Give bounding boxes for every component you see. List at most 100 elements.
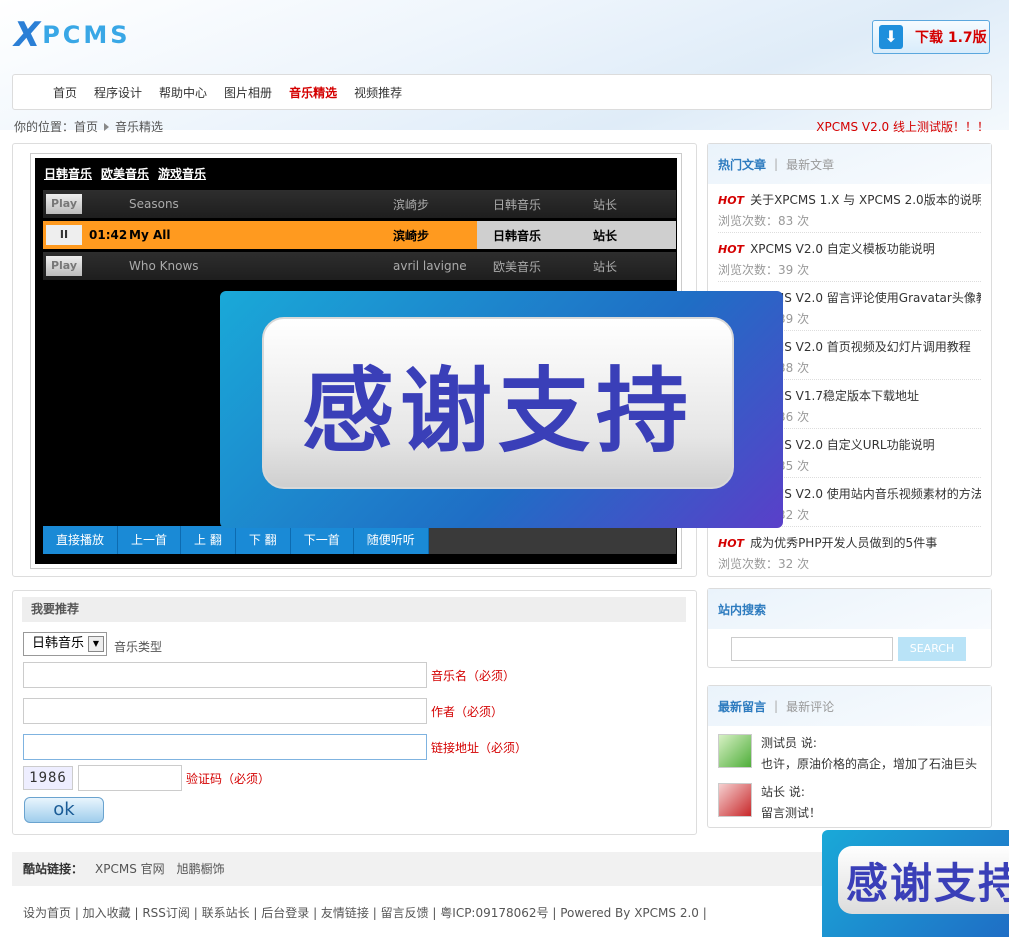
nav-programming[interactable]: 程序设计 [94,84,142,101]
play-button[interactable]: Play [46,256,82,276]
article-link[interactable]: 关于XPCMS 1.X 与 XPCMS 2.0版本的说明 [750,193,981,207]
nav-photos[interactable]: 图片相册 [224,84,272,101]
tab-new-articles[interactable]: 最新文章 [786,156,834,173]
search-button[interactable]: SEARCH [898,637,966,661]
category-link[interactable]: 欧美音乐 [101,167,149,181]
comment-item: 站长 说: 留言测试！ [708,775,991,824]
ok-button[interactable]: ok [24,797,104,823]
random-play-button[interactable]: 随便听听 [353,526,429,554]
prev-track-button[interactable]: 上一首 [118,526,182,554]
hot-badge: HOT [718,243,745,256]
friend-link[interactable]: 旭鹏橱饰 [177,862,225,876]
download-icon: ⬇ [879,25,903,49]
hot-badge: HOT [718,194,745,207]
article-link[interactable]: 成为优秀PHP开发人员做到的5件事 [750,536,937,550]
track-time: 01:42 [89,228,128,242]
track-category: 欧美音乐 [493,259,542,274]
friend-links: 酷站链接： XPCMS 官网 旭鹏橱饰 [12,852,822,886]
article-link[interactable]: XPCMS V2.0 首页视频及幻灯片调用教程 [750,340,971,354]
friend-links-label: 酷站链接： [23,862,84,876]
thanks-banner: 感谢支持 [220,291,783,528]
tab-hot-articles[interactable]: 热门文章 [718,156,766,173]
author-input[interactable] [23,698,427,724]
nav-help[interactable]: 帮助中心 [159,84,207,101]
page-down-button[interactable]: 下 翻 [235,526,291,554]
captcha-image[interactable]: 1986 [23,766,73,790]
player-controls: 直接播放 上一首 上 翻 下 翻 下一首 随便听听 [43,526,676,554]
author-label: 作者（必须） [431,705,504,719]
download-label: 下载 1.7版 [915,30,987,46]
hot-badge: HOT [718,537,745,550]
hot-articles-header: 热门文章 | 最新文章 [708,144,991,184]
captcha-label: 验证码（必须） [186,772,271,786]
track-uploader: 站长 [593,228,618,243]
url-input[interactable] [23,734,427,760]
play-button[interactable]: Play [46,194,82,214]
search-header: 站内搜索 [708,589,991,629]
nav-home[interactable]: 首页 [53,84,77,101]
player-categories: 日韩音乐 欧美音乐 游戏音乐 [44,165,215,182]
category-link[interactable]: 日韩音乐 [44,167,92,181]
thanks-banner-small: 感谢支持 [822,830,1009,937]
breadcrumb-current[interactable]: 音乐精选 [115,120,163,134]
article-views: 浏览次数：83 次 [718,214,810,228]
page-up-button[interactable]: 上 翻 [181,526,236,554]
captcha-input[interactable] [78,765,182,791]
track-row-playing[interactable]: II 01:42 My All 滨崎步 日韩音乐 站长 [43,221,676,249]
thanks-text: 感谢支持 [846,858,1009,908]
music-type-value: 日韩音乐 [32,636,85,651]
next-track-button[interactable]: 下一首 [290,526,354,554]
comment-author: 站长 说: [761,785,805,799]
music-name-label: 音乐名（必须） [431,669,516,683]
pause-button[interactable]: II [46,225,82,245]
notice-text[interactable]: XPCMS V2.0 线上测试版！！！ [816,118,989,135]
breadcrumb-arrow-icon [104,123,110,131]
nav-music[interactable]: 音乐精选 [289,84,337,101]
article-item: HOT XPCMS V2.0 自定义模板功能说明 浏览次数：39 次 [718,233,981,282]
article-link[interactable]: XPCMS V2.0 留言评论使用Gravatar头像教 [750,291,981,305]
url-label: 链接地址（必须） [431,741,528,755]
breadcrumb-prefix[interactable]: 你的位置：首页 [14,120,98,134]
track-category: 日韩音乐 [493,197,542,212]
article-link[interactable]: XPCMS V2.0 使用站内音乐视频素材的方法 [750,487,981,501]
track-title: Seasons [129,197,179,211]
article-item: HOT 成为优秀PHP开发人员做到的5件事浏览次数：32 次 [718,527,981,576]
chevron-down-icon: ▼ [88,636,104,652]
friend-link[interactable]: XPCMS 官网 [95,862,165,876]
search-input[interactable] [731,637,893,661]
direct-play-button[interactable]: 直接播放 [43,526,119,554]
logo-text: PCMS [42,21,131,49]
article-item: HOT 关于XPCMS 1.X 与 XPCMS 2.0版本的说明浏览次数：83 次 [718,184,981,233]
search-title: 站内搜索 [718,602,767,617]
form-title: 我要推荐 [22,597,686,622]
track-title: My All [129,228,171,242]
site-search-panel: 站内搜索 SEARCH [707,588,992,668]
article-views: 浏览次数：32 次 [718,557,810,571]
music-type-select[interactable]: 日韩音乐 ▼ [23,632,107,656]
comment-text[interactable]: 留言测试！ [761,804,981,821]
main-nav: 首页 程序设计 帮助中心 图片相册 音乐精选 视频推荐 [12,74,992,110]
track-artist: avril lavigne [393,259,467,273]
music-type-label: 音乐类型 [114,640,163,654]
tab-latest-comments[interactable]: 最新评论 [786,698,834,715]
track-row[interactable]: Play Seasons 滨崎步 日韩音乐 站长 [43,190,676,218]
thanks-text: 感谢支持 [301,357,694,465]
track-row[interactable]: Play Who Knows avril lavigne 欧美音乐 站长 [43,252,676,280]
logo-x: X [14,15,41,55]
category-link[interactable]: 游戏音乐 [158,167,206,181]
music-name-input[interactable] [23,662,427,688]
download-button[interactable]: ⬇ 下载 1.7版 [872,20,990,54]
breadcrumb: 你的位置：首页 音乐精选 [14,118,163,135]
footer-links[interactable]: 设为首页 | 加入收藏 | RSS订阅 | 联系站长 | 后台登录 | 友情链接… [23,904,707,921]
nav-video[interactable]: 视频推荐 [354,84,402,101]
comments-header: 最新留言 | 最新评论 [708,686,991,726]
article-link[interactable]: XPCMS V2.0 自定义模板功能说明 [750,242,935,256]
header-background [0,0,1009,130]
site-logo[interactable]: X PCMS [14,18,131,52]
track-artist: 滨崎步 [393,228,430,243]
tab-latest-messages[interactable]: 最新留言 [718,698,766,715]
comment-text[interactable]: 也许，原油价格的高企，增加了石油巨头 [761,755,981,772]
recommend-form: 我要推荐 日韩音乐 ▼ 音乐类型 音乐名（必须） 作者（必须） 链接地址（必须） … [12,590,697,835]
track-uploader: 站长 [593,259,618,274]
comment-author: 测试员 说: [761,736,817,750]
